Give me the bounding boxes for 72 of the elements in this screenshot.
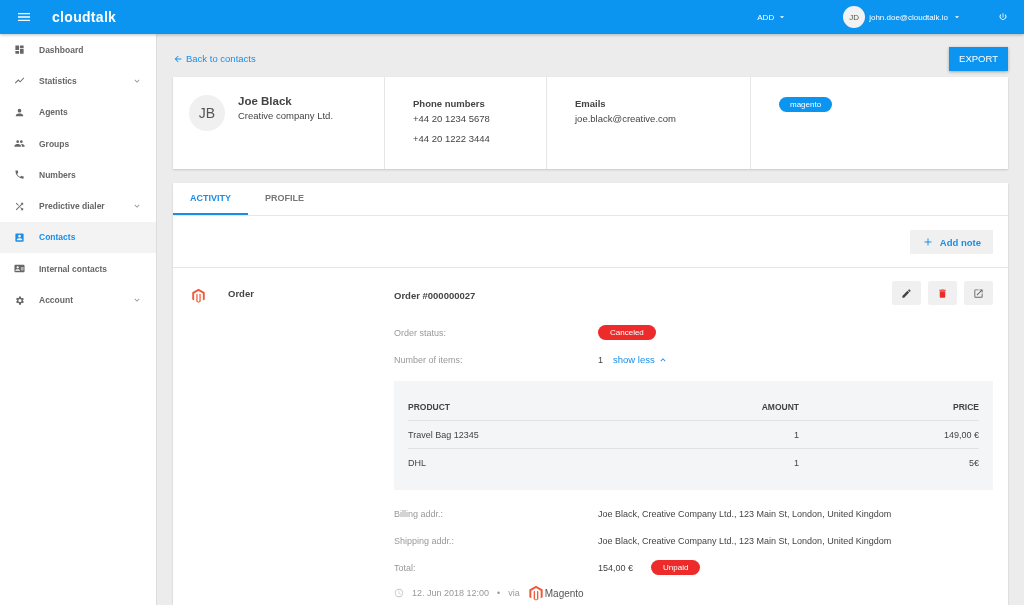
user-menu[interactable]: JD john.doe@cloudtalk.io [839,2,966,32]
sidebar-item[interactable]: Statistics [0,65,156,97]
email-address: joe.black@creative.com [575,113,677,125]
sidebar-item[interactable]: Groups [0,127,156,160]
column-header: AMOUNT [760,401,799,412]
dashboard-icon [14,44,25,56]
delete-button[interactable] [928,281,957,305]
payment-badge: Unpaid [651,560,701,575]
pencil-icon [901,287,912,299]
field-label: Number of items: [394,354,464,365]
table-cell-text: Travel Bag 12345 [408,429,480,440]
add-menu[interactable]: ADD [753,8,792,26]
phone-icon [14,169,25,181]
sidebar-item[interactable]: Dashboard [0,34,156,66]
tab[interactable]: PROFILE [248,183,322,215]
shuffle-icon [14,200,25,212]
external-link-icon [973,287,984,299]
tab[interactable]: ACTIVITY [173,183,248,215]
field-label: Shipping addr.: [394,535,456,546]
sidebar-item[interactable]: Numbers [0,159,156,191]
table-cell-text: 1 [793,429,799,440]
table-cell-text: 149,00 € [942,429,979,440]
field-value: 154,00 € [598,562,634,573]
column-header: PRICE [952,401,979,412]
field-label: Total: [394,562,417,573]
phone-number: +44 20 1222 3444 [413,133,491,145]
field-value: 1 [598,354,603,365]
contact-card-icon [14,231,25,243]
power-icon[interactable] [998,12,1008,22]
export-button[interactable]: EXPORT [949,46,1008,71]
field-label: Billing addr.: [394,508,445,519]
field-value: Joe Black, Creative Company Ltd., 123 Main St, London, United Kingdom [598,535,892,546]
sidebar-item[interactable]: Predictive dialer [0,190,156,222]
trash-icon [937,287,948,299]
show-less-link[interactable]: show less [613,354,668,365]
field-label: Order status: [394,327,448,338]
contact-avatar: JB [189,95,225,132]
field-value: Joe Black, Creative Company Ltd., 123 Main St, London, United Kingdom [598,508,892,519]
order-title: Order #000000027 [394,290,476,301]
sidebar-item[interactable]: Account [0,284,156,316]
table-cell-text: 5€ [968,457,979,468]
status-badge: Canceled [598,325,656,340]
id-card-icon [14,263,25,275]
app-logo: cloudtalk [52,9,117,25]
magento-icon [191,288,206,303]
open-external-button[interactable] [964,281,993,305]
separator-dot: • [497,588,501,598]
source-name: Magento [544,587,584,599]
sidebar-item[interactable]: Internal contacts [0,253,156,285]
magento-icon [527,585,544,601]
sidebar-item[interactable]: Contacts [0,221,156,254]
table-cell-text: DHL [408,457,427,468]
tag-chip: magento [779,97,833,113]
user-avatar: JD [843,6,866,28]
company-name: Creative company Ltd. [238,110,334,122]
person-icon [14,106,25,118]
settings-icon [14,294,25,306]
activity-type: Order [228,288,254,299]
phone-number: +44 20 1234 5678 [413,113,491,125]
table-cell-text: 1 [793,457,799,468]
section-heading: Phone numbers [413,98,486,110]
edit-button[interactable] [892,281,921,305]
timestamp: 12. Jun 2018 12:00 [412,588,490,598]
contact-name: Joe Black [238,95,293,108]
via-label: via [508,588,520,598]
sidebar-item[interactable]: Agents [0,96,156,128]
section-heading: Emails [575,98,607,110]
people-icon [14,138,25,150]
clock-icon [394,588,404,598]
add-note-button[interactable]: Add note [909,230,993,254]
column-header: PRODUCT [408,401,452,412]
back-link[interactable]: Back to contacts [173,53,256,65]
